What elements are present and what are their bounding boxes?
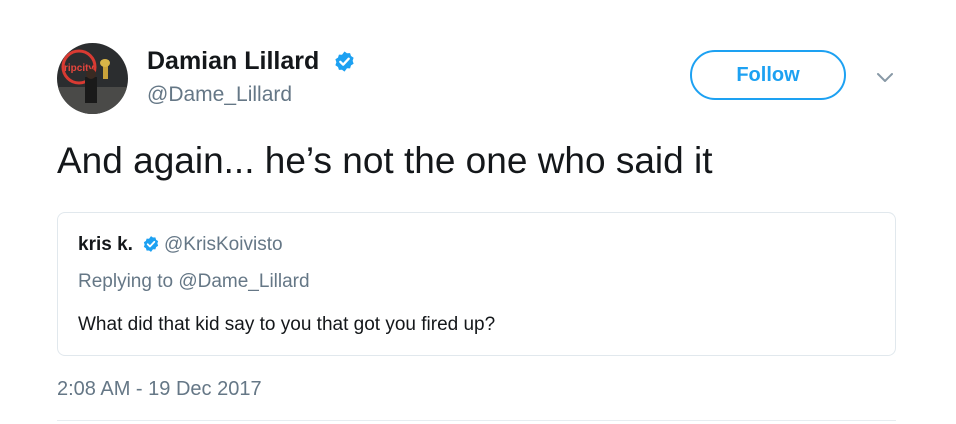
verified-badge-icon [335, 51, 354, 72]
quoted-author-name: kris k. [78, 234, 133, 255]
author-handle[interactable]: @Dame_Lillard [147, 82, 292, 108]
avatar-photo-icon: ripcity [57, 43, 128, 114]
tweet-card: ripcity Damian Lillard @Dame_Lillard Fol… [0, 0, 956, 424]
author-avatar[interactable]: ripcity [57, 43, 128, 114]
quoted-tweet[interactable]: kris k. @KrisKoivisto Replying to @Dame_… [57, 212, 896, 356]
tweet-text: And again... he’s not the one who said i… [57, 140, 713, 181]
chevron-down-icon[interactable] [874, 66, 896, 88]
tweet-timestamp[interactable]: 2:08 AM - 19 Dec 2017 [57, 377, 262, 401]
author-display-name[interactable]: Damian Lillard [147, 46, 319, 76]
quoted-replying-to: Replying to @Dame_Lillard [78, 271, 310, 292]
follow-button[interactable]: Follow [690, 50, 846, 100]
quoted-author-handle: @KrisKoivisto [164, 234, 283, 255]
quoted-tweet-text: What did that kid say to you that got yo… [78, 314, 496, 335]
verified-badge-icon [143, 236, 159, 252]
divider [57, 420, 896, 421]
